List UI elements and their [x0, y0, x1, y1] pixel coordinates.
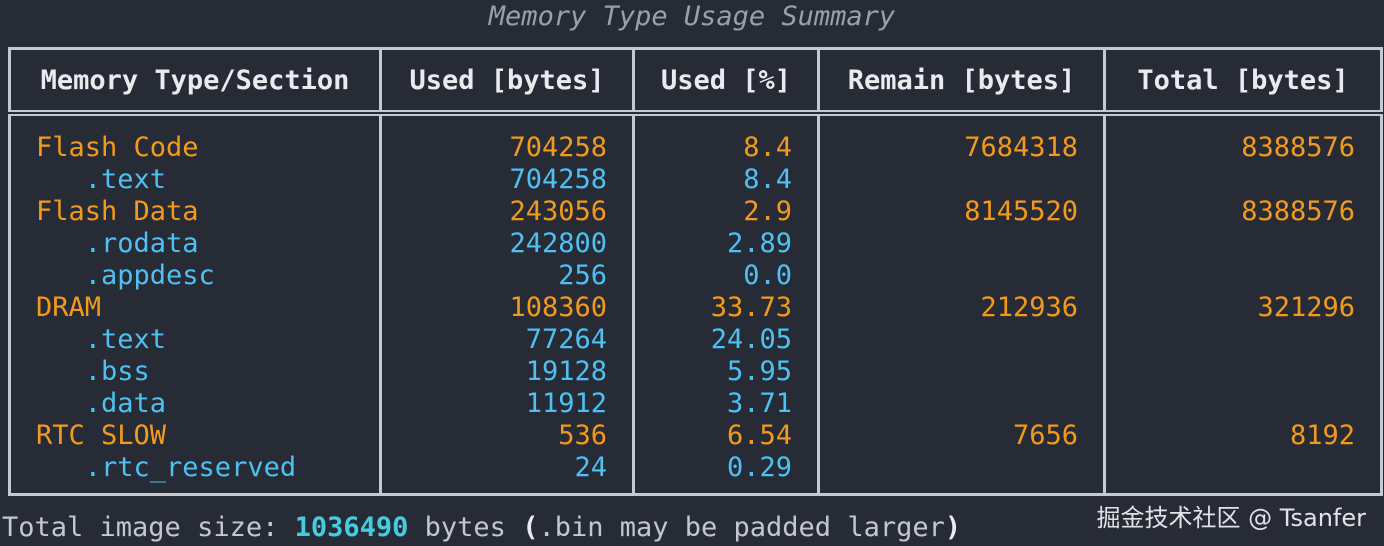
- cell-pct-4: 0.0: [743, 260, 792, 291]
- cell-total-0: 8388576: [1241, 132, 1355, 163]
- cell-name-7: .bss: [36, 356, 150, 387]
- cell-pct-0: 8.4: [743, 132, 792, 163]
- cell-remain-1: [845, 164, 1078, 196]
- cell-used-5: 108360: [509, 292, 607, 323]
- cell-total-2: 8388576: [1241, 196, 1355, 227]
- total-image-size-line: Total image size: 1036490 bytes (.bin ma…: [2, 510, 961, 546]
- memory-usage-table: Memory Type/Section Used [bytes] Used [%…: [8, 47, 1383, 496]
- cell-total-6: [1131, 324, 1355, 356]
- header-total-bytes: Total [bytes]: [1104, 48, 1382, 116]
- cell-pct-8: 3.71: [726, 388, 792, 419]
- cell-used-3: 242800: [509, 228, 607, 259]
- cell-remain-6: [845, 324, 1078, 356]
- cell-pct-9: 6.54: [726, 420, 792, 451]
- cell-name-1: .text: [36, 164, 167, 195]
- cell-total-5: 321296: [1257, 292, 1355, 323]
- cell-pct-5: 33.73: [710, 292, 792, 323]
- total-middle: bytes: [408, 512, 523, 543]
- total-prefix: Total image size:: [2, 512, 295, 543]
- cell-total-7: [1131, 356, 1355, 388]
- cell-pct-7: 5.95: [726, 356, 792, 387]
- cell-used-1: 704258: [509, 164, 607, 195]
- column-used-percent: 8.4 8.4 2.9 2.89 0.0 33.73 24.05 5.95 3.71 6.54 0.…: [633, 113, 820, 495]
- cell-remain-2: 8145520: [964, 196, 1078, 227]
- cell-pct-1: 8.4: [743, 164, 792, 195]
- cell-remain-3: [845, 228, 1078, 260]
- cell-pct-10: 0.29: [726, 452, 792, 483]
- cell-remain-4: [845, 260, 1078, 292]
- cell-remain-10: [845, 452, 1078, 484]
- cell-name-8: .data: [36, 388, 167, 419]
- padding-note: .bin may be padded larger: [538, 512, 945, 543]
- cell-remain-7: [845, 356, 1078, 388]
- cell-used-0: 704258: [509, 132, 607, 163]
- header-used-percent: Used [%]: [633, 48, 820, 116]
- cell-pct-3: 2.89: [726, 228, 792, 259]
- cell-remain-8: [845, 388, 1078, 420]
- table-header-row: Memory Type/Section Used [bytes] Used [%…: [9, 48, 1382, 116]
- cell-name-9: RTC SLOW: [36, 420, 167, 451]
- cell-total-4: [1131, 260, 1355, 292]
- cell-used-2: 243056: [509, 196, 607, 227]
- close-paren: ): [944, 512, 962, 543]
- summary-title: Memory Type Usage Summary: [488, 1, 896, 32]
- column-used-bytes: 704258 704258 243056 242800 256 108360 77264 19…: [380, 113, 635, 495]
- cell-total-8: [1131, 388, 1355, 420]
- cell-used-4: 256: [558, 260, 607, 291]
- cell-name-0: Flash Code: [36, 132, 199, 163]
- cell-used-9: 536: [558, 420, 607, 451]
- column-remain-bytes: 7684318 8145520 212936 7656: [818, 113, 1106, 495]
- cell-remain-9: 7656: [1012, 420, 1078, 451]
- cell-name-2: Flash Data: [36, 196, 199, 227]
- cell-used-8: 11912: [525, 388, 607, 419]
- cell-used-7: 19128: [525, 356, 607, 387]
- cell-total-10: [1131, 452, 1355, 484]
- cell-used-6: 77264: [525, 324, 607, 355]
- column-total-bytes: 8388576 8388576 321296 8192: [1105, 113, 1382, 495]
- cell-remain-5: 212936: [980, 292, 1078, 323]
- cell-name-10: .rtc_reserved: [36, 452, 297, 483]
- header-used-bytes: Used [bytes]: [380, 48, 635, 116]
- cell-total-1: [1131, 164, 1355, 196]
- cell-name-3: .rodata: [36, 228, 199, 259]
- header-memory-type: Memory Type/Section: [9, 48, 382, 116]
- column-memory-type: Flash Code .text Flash Data .rodata .appd…: [9, 113, 382, 495]
- cell-remain-0: 7684318: [964, 132, 1078, 163]
- cell-pct-2: 2.9: [743, 196, 792, 227]
- cell-name-5: DRAM: [36, 292, 102, 323]
- cell-name-4: .appdesc: [36, 260, 215, 291]
- cell-total-3: [1131, 228, 1355, 260]
- watermark: 掘金技术社区 @ Tsanfer: [1096, 504, 1366, 532]
- total-image-size-value: 1036490: [294, 512, 409, 543]
- table-body-row: Flash Code .text Flash Data .rodata .appd…: [9, 113, 1382, 495]
- cell-used-10: 24: [574, 452, 607, 483]
- header-remain-bytes: Remain [bytes]: [818, 48, 1106, 116]
- open-paren: (: [522, 512, 539, 543]
- cell-total-9: 8192: [1289, 420, 1355, 451]
- cell-name-6: .text: [36, 324, 167, 355]
- cell-pct-6: 24.05: [710, 324, 792, 355]
